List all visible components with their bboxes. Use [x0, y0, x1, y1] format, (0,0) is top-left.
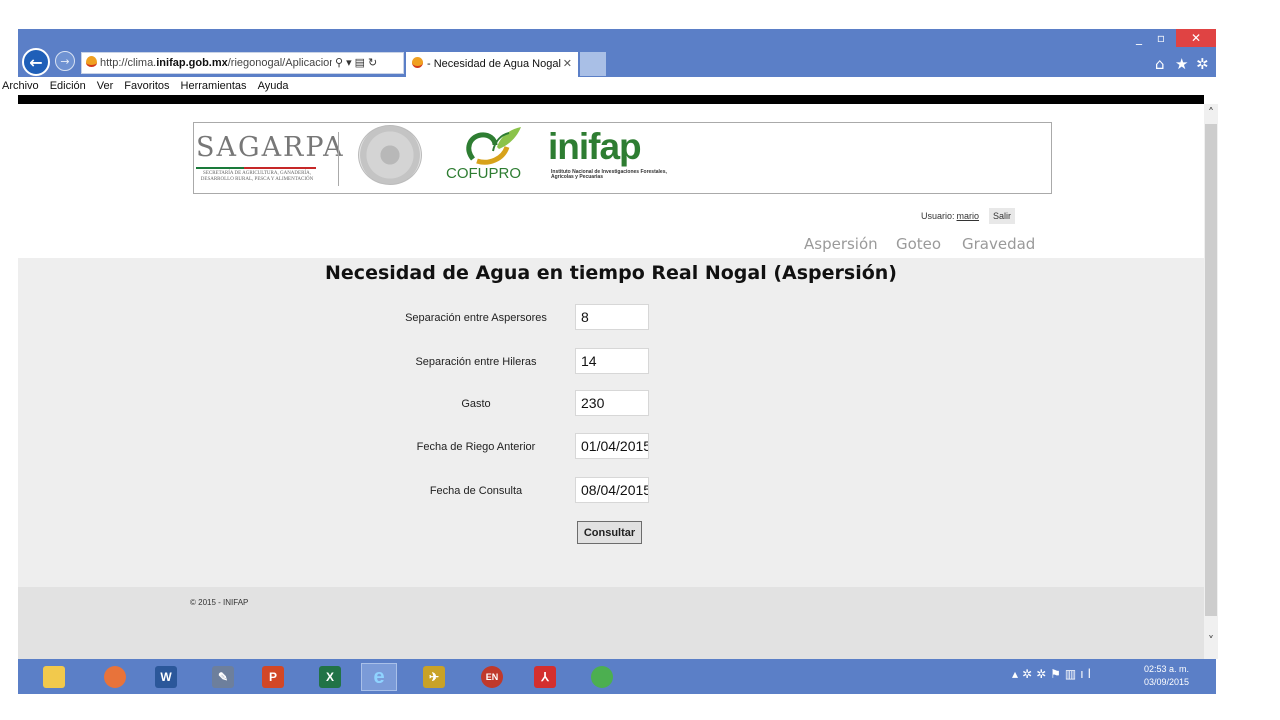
search-icon[interactable]: ⚲: [335, 53, 343, 73]
scrollbar-thumb[interactable]: [1205, 124, 1217, 616]
tab-necesidad-agua[interactable]: - Necesidad de Agua Nogal ✕: [406, 52, 578, 77]
inifap-name: inifap: [548, 126, 642, 167]
menu-ver[interactable]: Ver: [97, 77, 114, 95]
page-title: Necesidad de Agua en tiempo Real Nogal (…: [325, 262, 897, 284]
field-label-gasto: Gasto: [461, 398, 491, 410]
scroll-up-icon[interactable]: ˄: [1204, 106, 1218, 120]
new-tab-button[interactable]: [580, 52, 606, 76]
tab-title: - Necesidad de Agua Nogal: [427, 58, 561, 70]
address-url[interactable]: http://clima.inifap.gob.mx/riegonogal/Ap…: [100, 53, 332, 73]
minimize-button[interactable]: _: [1128, 29, 1150, 47]
network-icon[interactable]: ▥: [1065, 667, 1080, 681]
separacion-aspersores-input[interactable]: [575, 304, 649, 330]
user-name-link[interactable]: mario: [957, 211, 980, 221]
envi-app-icon[interactable]: EN: [474, 663, 510, 691]
tray-app-icon-2[interactable]: ✲: [1036, 667, 1050, 681]
internet-explorer-icon[interactable]: e: [361, 663, 397, 691]
excel-icon[interactable]: X: [312, 663, 348, 691]
sagarpa-logo: SAGARPA SECRETARÍA DE AGRICULTURA, GANAD…: [196, 132, 345, 183]
tray-expand-icon[interactable]: ▴: [1012, 667, 1022, 681]
consultar-button[interactable]: Consultar: [577, 521, 642, 544]
nav-gravedad[interactable]: Gravedad: [962, 235, 1035, 253]
word-icon[interactable]: W: [148, 663, 184, 691]
favorites-star-icon[interactable]: ★: [1175, 55, 1188, 73]
sagarpa-subtitle: SECRETARÍA DE AGRICULTURA, GANADERÍA, DE…: [200, 171, 314, 182]
dropdown-arrow-icon[interactable]: ▾: [346, 53, 352, 73]
field-label-separacion-hileras: Separación entre Hileras: [415, 356, 537, 368]
address-bar[interactable]: http://clima.inifap.gob.mx/riegonogal/Ap…: [81, 52, 404, 74]
taskbar-clock[interactable]: 02:53 a. m. 03/09/2015: [1144, 663, 1204, 689]
separacion-hileras-input[interactable]: [575, 348, 649, 374]
file-explorer-icon[interactable]: [36, 663, 72, 691]
scroll-down-icon[interactable]: ˅: [1204, 634, 1218, 648]
cofupro-leaf-icon: [466, 127, 521, 165]
menu-archivo[interactable]: Archivo: [2, 77, 39, 95]
tray-app-icon[interactable]: ✲: [1022, 667, 1036, 681]
powerpoint-icon[interactable]: P: [255, 663, 291, 691]
menu-herramientas[interactable]: Herramientas: [181, 77, 247, 95]
user-label: Usuario:: [921, 211, 955, 221]
banner-divider: [338, 132, 339, 186]
sagarpa-stripe: [196, 167, 316, 169]
settings-gear-icon[interactable]: ✲: [1196, 55, 1209, 73]
clock-date: 03/09/2015: [1144, 677, 1190, 687]
field-label-fecha-riego-anterior: Fecha de Riego Anterior: [416, 441, 536, 453]
forward-button[interactable]: →: [55, 51, 75, 71]
menu-bar: Archivo Edición Ver Favoritos Herramientas Ay…: [0, 77, 1205, 95]
clock-time: 02:53 a. m.: [1144, 664, 1190, 674]
page-top-bar: [18, 95, 1204, 104]
gasto-input[interactable]: [575, 390, 649, 416]
close-tab-icon[interactable]: ✕: [563, 52, 572, 76]
compatibility-view-icon[interactable]: ▤: [355, 53, 365, 73]
site-favicon-icon: [86, 56, 97, 67]
maximize-button[interactable]: ▫: [1150, 29, 1172, 47]
back-button[interactable]: ←: [22, 48, 50, 76]
home-icon[interactable]: ⌂: [1155, 55, 1165, 73]
menu-ayuda[interactable]: Ayuda: [258, 77, 289, 95]
user-area: Usuario: mario Salir: [921, 208, 1016, 224]
signal-icon[interactable]: ıl: [1080, 667, 1095, 681]
satellite-app-icon[interactable]: ✈: [416, 663, 452, 691]
refresh-icon[interactable]: ↻: [368, 53, 377, 73]
flag-icon[interactable]: ⚑: [1050, 667, 1065, 681]
mexico-seal-icon: [358, 125, 422, 185]
fecha-consulta-input[interactable]: [575, 477, 649, 503]
close-window-button[interactable]: ✕: [1176, 29, 1216, 47]
acrobat-icon[interactable]: ⅄: [527, 663, 563, 691]
mapping-app-icon[interactable]: [584, 663, 620, 691]
nav-goteo[interactable]: Goteo: [896, 235, 941, 253]
graph-app-icon[interactable]: ✎: [205, 663, 241, 691]
fecha-riego-anterior-input[interactable]: [575, 433, 649, 459]
cofupro-name: COFUPRO: [446, 165, 521, 182]
logout-button[interactable]: Salir: [989, 208, 1016, 224]
inifap-subtitle: Instituto Nacional de Investigaciones Fo…: [551, 169, 667, 180]
arrow-right-icon: →: [60, 54, 70, 68]
sagarpa-name: SAGARPA: [196, 132, 345, 163]
arrow-left-icon: ←: [29, 52, 43, 72]
app-settings-icon[interactable]: [97, 663, 133, 691]
footer-copyright: © 2015 - INIFAP: [190, 598, 249, 607]
nav-aspersion[interactable]: Aspersión: [804, 235, 878, 253]
menu-edicion[interactable]: Edición: [50, 77, 86, 95]
tab-favicon-icon: [412, 57, 423, 68]
menu-favoritos[interactable]: Favoritos: [124, 77, 169, 95]
system-tray[interactable]: ▴✲✲⚑▥ıl: [1012, 667, 1095, 681]
field-label-separacion-aspersores: Separación entre Aspersores: [405, 312, 547, 324]
field-label-fecha-consulta: Fecha de Consulta: [429, 485, 523, 497]
